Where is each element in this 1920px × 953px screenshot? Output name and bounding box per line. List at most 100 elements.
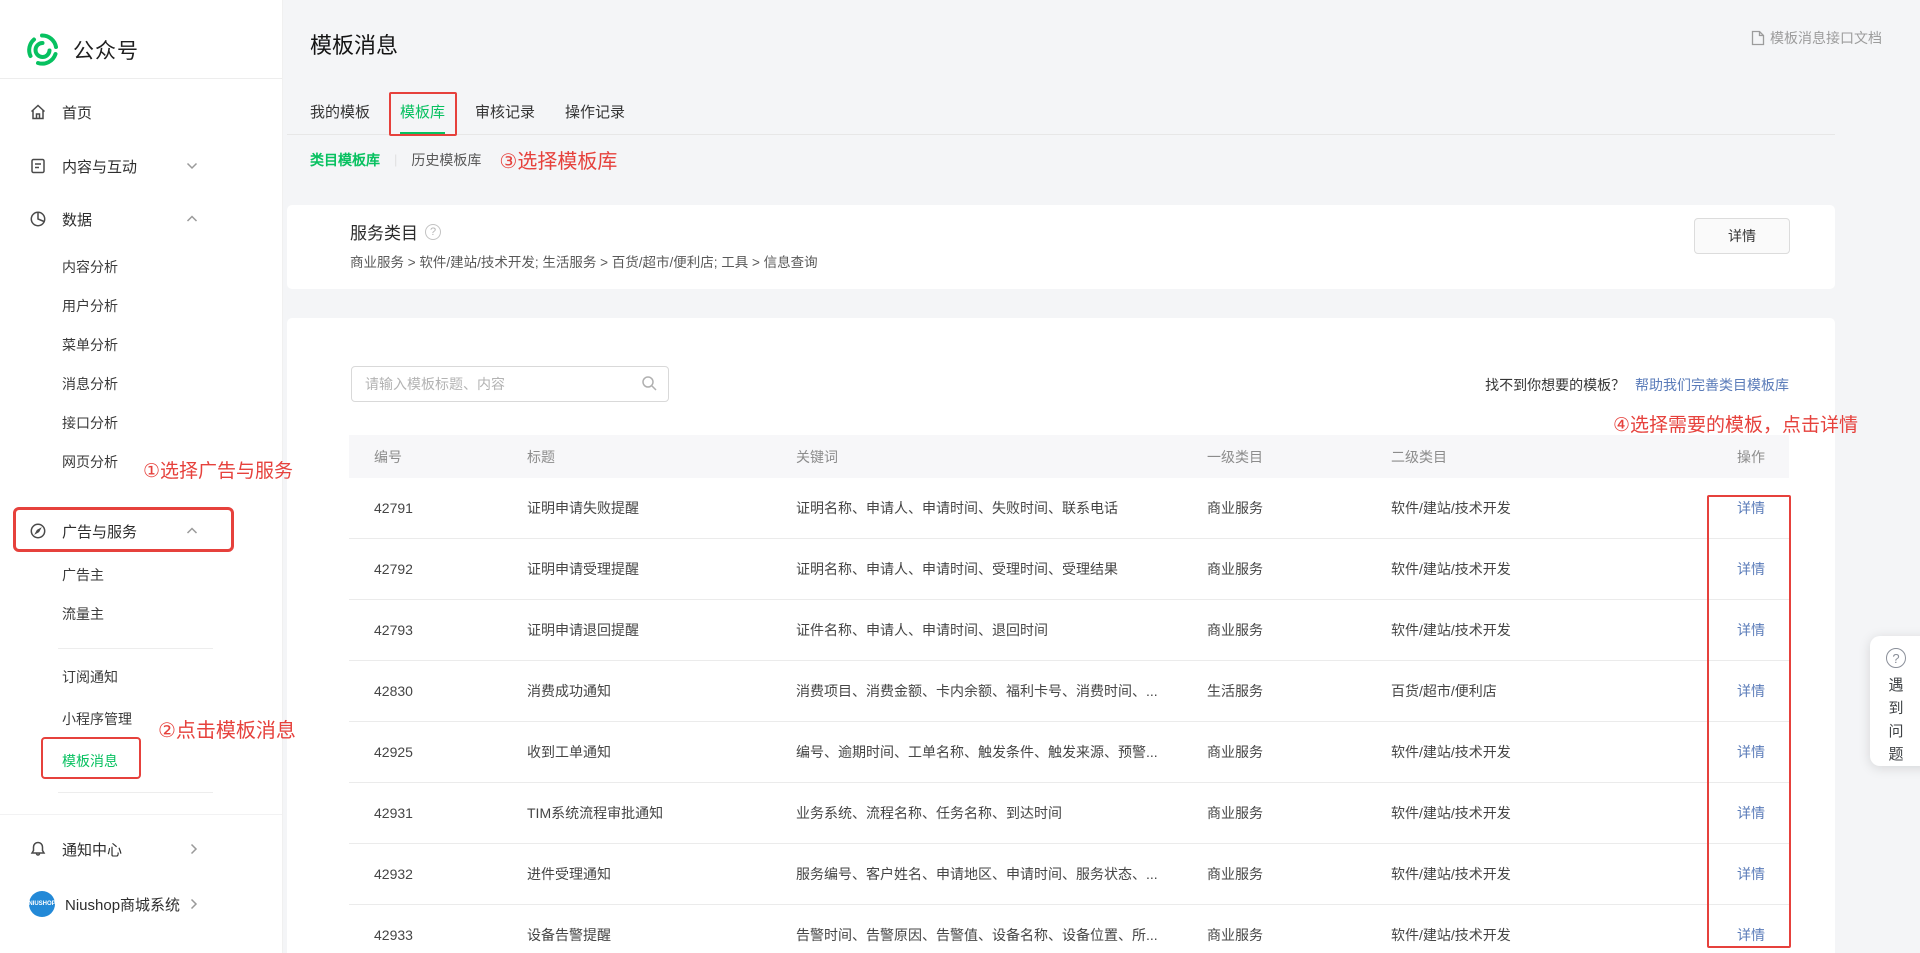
detail-link[interactable]: 详情	[1737, 927, 1765, 943]
template-table-card: 找不到你想要的模板？ 帮助我们完善类目模板库 编号标题关键词一级类目二级类目操作…	[287, 318, 1835, 953]
table-cell: 42793	[349, 622, 502, 638]
table-cell: 42830	[349, 683, 502, 699]
table-row: 42932进件受理通知服务编号、客户姓名、申请地区、申请时间、服务状态、...商…	[349, 844, 1789, 905]
category-breadcrumb: 商业服务 > 软件/建站/技术开发; 生活服务 > 百货/超市/便利店; 工具 …	[350, 251, 818, 271]
table-cell: 商业服务	[1182, 864, 1366, 884]
table-cell: 商业服务	[1182, 559, 1366, 579]
column-header: 关键词	[771, 447, 1182, 467]
table-cell-action: 详情	[1690, 498, 1789, 518]
question-circle-icon: ?	[1886, 648, 1906, 668]
subtab-history-library[interactable]: 历史模板库	[411, 150, 481, 170]
sidebar-subitem[interactable]: 接口分析	[0, 403, 282, 442]
sidebar-subitem[interactable]: 流量主	[0, 594, 282, 633]
table-cell: 证明申请失败提醒	[502, 498, 771, 518]
subtab-category-library[interactable]: 类目模板库	[310, 150, 380, 170]
template-api-doc-link[interactable]: 模板消息接口文档	[1751, 28, 1882, 48]
table-cell: 软件/建站/技术开发	[1366, 498, 1690, 518]
help-line: 找不到你想要的模板？ 帮助我们完善类目模板库	[1485, 375, 1789, 395]
sidebar-item-ads-services[interactable]: 广告与服务	[0, 511, 282, 551]
sidebar-item-data[interactable]: 数据	[0, 199, 282, 239]
brand-logo[interactable]: 公众号	[0, 0, 282, 78]
table-cell: 软件/建站/技术开发	[1366, 864, 1690, 884]
step1-annotation: ①选择广告与服务	[143, 456, 293, 483]
table-cell: 消费项目、消费金额、卡内余额、福利卡号、消费时间、...	[771, 681, 1182, 701]
table-row: 42792证明申请受理提醒证明名称、申请人、申请时间、受理时间、受理结果商业服务…	[349, 539, 1789, 600]
sidebar-subitem[interactable]: 订阅通知	[0, 656, 282, 698]
sidebar-subitem[interactable]: 模板消息	[0, 740, 282, 782]
detail-link[interactable]: 详情	[1737, 683, 1765, 699]
tab-2[interactable]: 审核记录	[475, 88, 535, 135]
table-row: 42933设备告警提醒告警时间、告警原因、告警值、设备名称、设备位置、所...商…	[349, 905, 1789, 953]
table-cell: TIM系统流程审批通知	[502, 803, 771, 823]
search-box	[351, 366, 669, 402]
table-row: 42793证明申请退回提醒证件名称、申请人、申请时间、退回时间商业服务软件/建站…	[349, 600, 1789, 661]
ads-subnav: 广告主流量主	[0, 555, 282, 633]
bell-icon	[29, 840, 47, 858]
tab-1[interactable]: 模板库	[400, 88, 445, 135]
sidebar-subitem[interactable]: 菜单分析	[0, 325, 282, 364]
column-header: 操作	[1690, 447, 1789, 467]
table-cell: 编号、逾期时间、工单名称、触发条件、触发来源、预警...	[771, 742, 1182, 762]
service-category-title: 服务类目 ?	[350, 219, 441, 244]
sidebar-item-label: 通知中心	[62, 839, 122, 860]
tab-bar: 我的模板模板库审核记录操作记录	[287, 88, 1835, 135]
subtab-bar: 类目模板库 | 历史模板库 ③选择模板库	[310, 145, 617, 174]
chevron-down-icon	[186, 162, 198, 170]
table-cell: 证明申请退回提醒	[502, 620, 771, 640]
page-title: 模板消息	[310, 28, 398, 60]
table-cell-action: 详情	[1690, 803, 1789, 823]
tab-3[interactable]: 操作记录	[565, 88, 625, 135]
table-cell: 百货/超市/便利店	[1366, 681, 1690, 701]
sidebar-item-niushop[interactable]: NIUSHOP Niushop商城系统	[0, 884, 282, 924]
table-cell: 进件受理通知	[502, 864, 771, 884]
table-cell: 42792	[349, 561, 502, 577]
search-icon[interactable]	[641, 375, 658, 397]
help-widget-label: 遇到问题	[1888, 674, 1903, 766]
table-cell: 42931	[349, 805, 502, 821]
table-cell: 生活服务	[1182, 681, 1366, 701]
sidebar-subitem[interactable]: 消息分析	[0, 364, 282, 403]
sidebar-divider	[58, 648, 213, 649]
data-subnav: 内容分析用户分析菜单分析消息分析接口分析网页分析	[0, 247, 282, 481]
sidebar-item-label: 内容与互动	[62, 156, 137, 177]
table-row: 42830消费成功通知消费项目、消费金额、卡内余额、福利卡号、消费时间、...生…	[349, 661, 1789, 722]
detail-link[interactable]: 详情	[1737, 805, 1765, 821]
table-cell: 服务编号、客户姓名、申请地区、申请时间、服务状态、...	[771, 864, 1182, 884]
category-detail-button[interactable]: 详情	[1694, 218, 1790, 254]
table-cell: 商业服务	[1182, 925, 1366, 945]
service-category-card: 服务类目 ? 商业服务 > 软件/建站/技术开发; 生活服务 > 百货/超市/便…	[287, 205, 1835, 289]
clipped-menu-item: •• •• • •• • ••	[0, 793, 282, 815]
doc-link-label: 模板消息接口文档	[1770, 28, 1882, 48]
table-cell-action: 详情	[1690, 620, 1789, 640]
chevron-right-icon	[190, 843, 198, 855]
detail-link[interactable]: 详情	[1737, 866, 1765, 882]
chevron-right-icon	[190, 898, 198, 910]
table-cell: 证件名称、申请人、申请时间、退回时间	[771, 620, 1182, 640]
sidebar-subitem[interactable]: 内容分析	[0, 247, 282, 286]
detail-link[interactable]: 详情	[1737, 744, 1765, 760]
brand-name: 公众号	[73, 35, 139, 65]
sidebar-item-home[interactable]: 首页	[0, 92, 282, 132]
help-widget-char: 到	[1888, 697, 1903, 720]
detail-link[interactable]: 详情	[1737, 500, 1765, 516]
table-cell: 软件/建站/技术开发	[1366, 742, 1690, 762]
detail-link[interactable]: 详情	[1737, 561, 1765, 577]
improve-library-link[interactable]: 帮助我们完善类目模板库	[1635, 377, 1789, 393]
table-cell: 设备告警提醒	[502, 925, 771, 945]
sidebar-subitem[interactable]: 广告主	[0, 555, 282, 594]
sidebar-item-label: 数据	[62, 209, 92, 230]
sidebar-subitem[interactable]: 用户分析	[0, 286, 282, 325]
question-circle-icon[interactable]: ?	[425, 224, 441, 240]
table-cell: 软件/建站/技术开发	[1366, 620, 1690, 640]
step3-annotation: ③选择模板库	[499, 145, 617, 174]
search-input[interactable]	[351, 366, 669, 402]
sidebar-item-notification-center[interactable]: 通知中心	[0, 829, 282, 869]
table-cell: 商业服务	[1182, 803, 1366, 823]
column-header: 二级类目	[1366, 447, 1690, 467]
help-widget[interactable]: ? 遇到问题	[1870, 636, 1920, 766]
table-cell-action: 详情	[1690, 559, 1789, 579]
sidebar-item-content-interaction[interactable]: 内容与互动	[0, 146, 282, 186]
table-cell: 42932	[349, 866, 502, 882]
detail-link[interactable]: 详情	[1737, 622, 1765, 638]
tab-0[interactable]: 我的模板	[310, 88, 370, 135]
